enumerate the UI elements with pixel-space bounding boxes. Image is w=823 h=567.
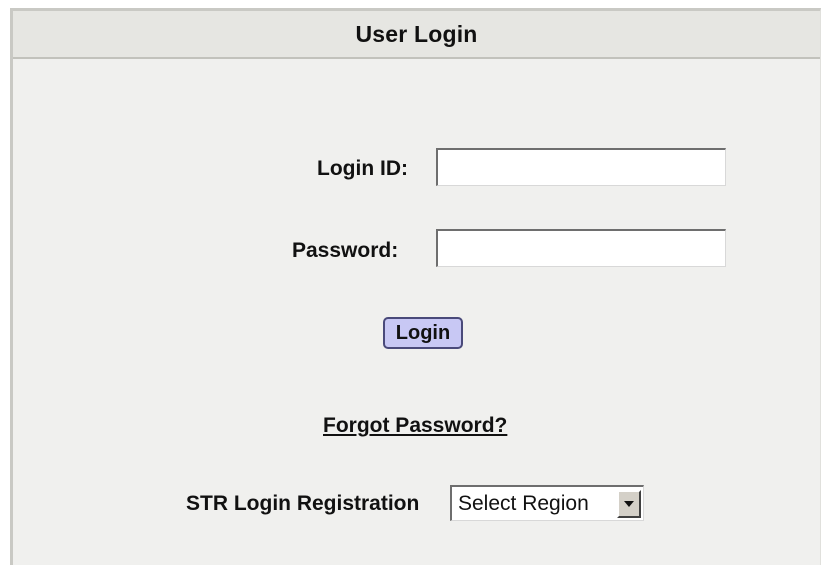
page-title: User Login	[355, 20, 478, 47]
chevron-down-icon[interactable]	[617, 489, 641, 518]
login-id-field[interactable]	[436, 148, 726, 186]
login-id-label: Login ID:	[317, 157, 408, 180]
chevron-down-icon-glyph	[624, 500, 634, 507]
region-select-value: Select Region	[458, 491, 589, 515]
str-registration-label: STR Login Registration	[186, 492, 420, 515]
password-field[interactable]	[436, 229, 726, 267]
panel-header: User Login	[13, 11, 820, 59]
password-label: Password:	[292, 239, 399, 262]
forgot-password-link[interactable]: Forgot Password?	[323, 414, 507, 438]
region-select[interactable]: Select Region	[450, 485, 644, 521]
login-button[interactable]: Login	[383, 317, 463, 349]
login-panel: User Login Login ID: Password: Login For…	[10, 8, 821, 565]
